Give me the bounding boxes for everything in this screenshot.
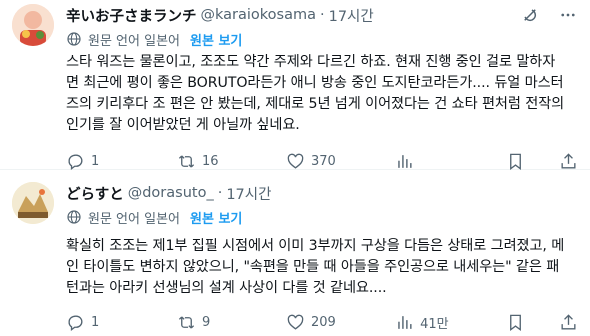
retweet-count: 16 (201, 153, 219, 169)
retweet-button[interactable]: 16 (177, 152, 286, 171)
retweet-icon (178, 315, 195, 329)
more-icon[interactable] (558, 5, 578, 25)
translation-row: 원문 언어 일본어 원본 보기 (66, 206, 578, 228)
translation-note: 원문 언어 일본어 (88, 33, 180, 49)
display-name[interactable]: 辛いお子さまランチ (66, 5, 197, 26)
tweet-text-line: 확실히 조조는 제1부 집필 시점에서 이미 3부까지 구상을 다듬은 상태로 … (66, 238, 565, 254)
share-button[interactable] (559, 152, 578, 171)
tweet-text-line: 스타 워즈는 물론이고, 조조도 약간 주제와 다르긴 하죠. 현재 진행 중인… (66, 54, 556, 70)
avatar[interactable] (12, 182, 54, 224)
reply-button[interactable]: 1 (66, 152, 177, 171)
tweet-text: 스타 워즈는 물론이고, 조조도 약간 주제와 다르긴 하죠. 현재 진행 중인… (66, 52, 578, 136)
reply-button[interactable]: 1 (66, 313, 177, 332)
action-bar: 1 9 209 41만 (66, 307, 578, 336)
tweet-header: 辛いお子さまランチ @karaiokosama · 17시간 (66, 4, 578, 26)
header-icons (520, 5, 578, 25)
show-original-link[interactable]: 원본 보기 (190, 30, 242, 49)
tweet-text-line: 즈의 키리후다 조 편은 안 봤는데, 제대로 5년 넘게 이어졌다는 건 쇼타… (66, 96, 565, 112)
share-icon (561, 152, 576, 169)
show-original-link[interactable]: 원본 보기 (190, 208, 242, 227)
separator-dot: · (217, 185, 223, 201)
share-button[interactable] (559, 313, 578, 332)
tweet-text: 확실히 조조는 제1부 집필 시점에서 이미 3부까지 구상을 다듬은 상태로 … (66, 236, 578, 299)
views-count: 41만 (420, 316, 449, 332)
grok-icon[interactable] (520, 5, 540, 25)
views-icon (398, 315, 412, 329)
like-icon (287, 153, 304, 169)
like-icon (287, 314, 304, 330)
display-name[interactable]: どらすと (66, 183, 124, 204)
reply-count: 1 (91, 153, 100, 169)
bookmark-icon (510, 153, 521, 170)
tweet-content: どらすと @dorasuto_ · 17시간 원문 언어 일본어 원본 보기 확… (66, 182, 578, 336)
user-handle[interactable]: @karaiokosama (201, 7, 316, 23)
reply-icon (68, 314, 83, 331)
retweet-count: 9 (201, 314, 211, 330)
tweet-text-line: 인기를 잘 이어받았던 게 아닐까 싶네요. (66, 117, 300, 133)
timestamp[interactable]: 17시간 (329, 5, 374, 26)
bookmark-button[interactable] (506, 313, 525, 332)
bookmark-button[interactable] (506, 152, 525, 171)
like-count: 209 (311, 314, 336, 330)
reply-icon (68, 153, 83, 170)
avatar-column (12, 4, 56, 169)
views-button[interactable]: 41만 (395, 313, 506, 332)
tweet-text-line: 면 최근에 평이 좋은 BORUTO라든가 애니 방송 중인 도지탄코라든가..… (66, 75, 564, 91)
tweet[interactable]: 辛いお子さまランチ @karaiokosama · 17시간 원문 언어 일본어… (0, 0, 590, 170)
tweet-text-line: 턴과는 아라키 선생님의 설계 사상이 다를 것 같네요.... (66, 280, 387, 296)
reply-count: 1 (91, 314, 100, 330)
user-handle[interactable]: @dorasuto_ (128, 185, 214, 201)
views-icon (398, 154, 412, 168)
share-icon (561, 313, 576, 330)
views-button[interactable] (395, 152, 506, 171)
translation-row: 원문 언어 일본어 원본 보기 (66, 28, 578, 50)
tweet[interactable]: どらすと @dorasuto_ · 17시간 원문 언어 일본어 원본 보기 확… (0, 170, 590, 336)
globe-icon (67, 32, 81, 46)
tweet-content: 辛いお子さまランチ @karaiokosama · 17시간 원문 언어 일본어… (66, 4, 578, 171)
timestamp[interactable]: 17시간 (226, 183, 271, 204)
globe-icon (67, 210, 81, 224)
avatar-column (12, 182, 56, 336)
translation-note: 원문 언어 일본어 (88, 211, 180, 227)
tweet-text-line: 인 타이틀도 변하지 않았으니, "속편을 만들 때 아들을 주인공으로 내세우… (66, 259, 560, 275)
bookmark-icon (510, 314, 521, 331)
like-count: 370 (311, 153, 336, 169)
retweet-icon (178, 154, 195, 168)
tweet-header: どらすと @dorasuto_ · 17시간 (66, 182, 578, 204)
like-button[interactable]: 370 (286, 152, 395, 171)
retweet-button[interactable]: 9 (177, 313, 286, 332)
avatar[interactable] (12, 4, 54, 46)
like-button[interactable]: 209 (286, 313, 395, 332)
separator-dot: · (319, 7, 325, 23)
